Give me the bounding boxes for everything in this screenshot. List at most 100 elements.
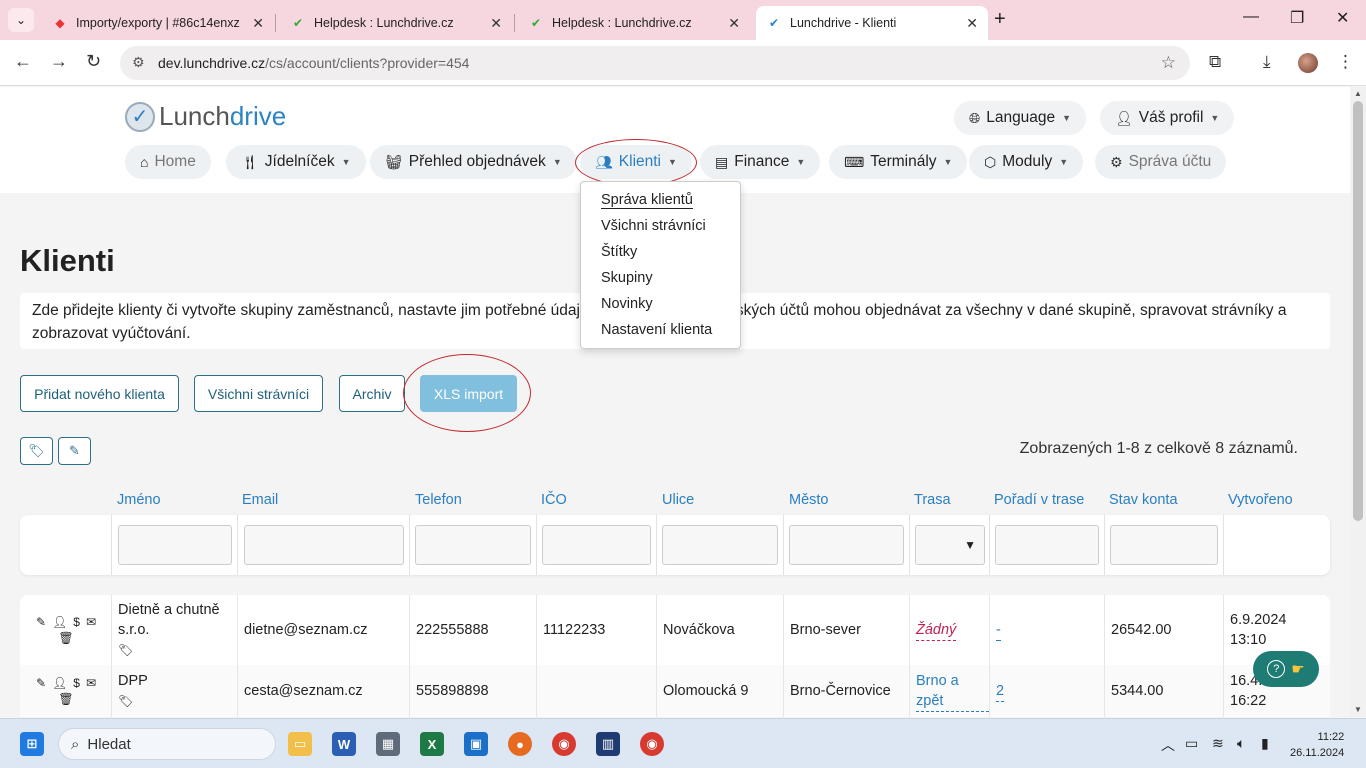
close-tab-icon[interactable]: ✕: [252, 15, 264, 32]
more-menu-icon[interactable]: ⋮: [1337, 52, 1354, 72]
bookmark-star-icon[interactable]: ☆: [1161, 53, 1176, 73]
menu-item-news[interactable]: Novinky: [581, 294, 740, 320]
all-diners-button[interactable]: Všichni strávníci: [194, 375, 323, 412]
tag-icon[interactable]: 🏷︎: [118, 691, 133, 711]
filter-city-input[interactable]: [789, 525, 904, 565]
dollar-icon[interactable]: $: [73, 615, 80, 629]
browser-tab-2[interactable]: ✔ Helpdesk : Lunchdrive.cz ✕: [280, 6, 512, 40]
archive-button[interactable]: Archiv: [339, 375, 405, 412]
word-icon[interactable]: W: [332, 732, 356, 756]
xls-import-button[interactable]: XLS import: [420, 375, 517, 412]
trash-icon[interactable]: 🗑︎: [58, 631, 73, 645]
browser-tab-4-active[interactable]: ✔ Lunchdrive - Klienti ✕: [756, 6, 988, 40]
calculator-icon[interactable]: ▦: [376, 732, 400, 756]
menu-item-client-settings[interactable]: Nastavení klienta: [581, 320, 740, 346]
col-header-phone[interactable]: Telefon: [415, 492, 462, 508]
forward-icon[interactable]: →: [50, 51, 68, 72]
tag-icon[interactable]: 🏷︎: [118, 640, 133, 660]
menu-item-tags[interactable]: Štítky: [581, 242, 740, 268]
browser-tab-3[interactable]: ✔ Helpdesk : Lunchdrive.cz ✕: [518, 6, 750, 40]
filter-name-input[interactable]: [118, 525, 232, 565]
language-dropdown[interactable]: 🌐︎ Language ▼: [954, 101, 1087, 135]
order-link[interactable]: 2: [996, 681, 1005, 702]
pencil-icon[interactable]: ✎: [36, 615, 46, 629]
col-header-street[interactable]: Ulice: [662, 492, 694, 508]
address-bar[interactable]: ⚙ dev.lunchdrive.cz/cs/account/clients?p…: [120, 46, 1190, 80]
col-header-city[interactable]: Město: [789, 492, 829, 508]
col-header-balance[interactable]: Stav konta: [1109, 492, 1178, 508]
filter-email-input[interactable]: [244, 525, 404, 565]
filter-balance-input[interactable]: [1110, 525, 1218, 565]
tray-overflow-icon[interactable]: ︿: [1161, 735, 1175, 755]
back-icon[interactable]: ←: [14, 51, 32, 72]
minimize-icon[interactable]: —: [1243, 8, 1259, 26]
close-tab-icon[interactable]: ✕: [728, 15, 740, 32]
nav-modules[interactable]: ⬡ Moduly ▼: [969, 145, 1084, 179]
extensions-icon[interactable]: ⧉: [1209, 52, 1221, 72]
col-header-route[interactable]: Trasa: [914, 492, 951, 508]
excel-icon[interactable]: X: [420, 732, 444, 756]
download-icon[interactable]: ⤓: [1263, 52, 1271, 72]
envelope-icon[interactable]: ✉: [86, 615, 96, 629]
pencil-icon[interactable]: ✎: [36, 676, 46, 690]
store-icon[interactable]: ▣: [464, 732, 488, 756]
nav-menu[interactable]: 🍴︎ Jídelníček ▼: [226, 145, 366, 179]
page-scrollbar[interactable]: ▲ ▼: [1350, 87, 1366, 717]
reload-icon[interactable]: ↻: [86, 51, 101, 72]
file-explorer-icon[interactable]: ▭: [288, 732, 312, 756]
filter-ico-input[interactable]: [542, 525, 651, 565]
scrollbar-thumb[interactable]: [1353, 101, 1363, 521]
windows-start-icon[interactable]: ⊞: [20, 732, 44, 756]
firefox-icon[interactable]: ●: [508, 732, 532, 756]
filter-order-input[interactable]: [995, 525, 1099, 565]
help-chat-button[interactable]: ? ☛: [1253, 651, 1319, 687]
col-header-ico[interactable]: IČO: [541, 492, 567, 508]
trash-icon[interactable]: 🗑︎: [58, 692, 73, 706]
nav-orders[interactable]: 🧺︎ Přehled objednávek ▼: [370, 145, 577, 179]
profile-dropdown[interactable]: 👤︎ Váš profil ▼: [1100, 101, 1235, 135]
taskbar-clock[interactable]: 11:22 26.11.2024: [1290, 729, 1344, 761]
lunchdrive-logo[interactable]: ✓ Lunch drive: [125, 101, 286, 132]
filter-phone-input[interactable]: [415, 525, 531, 565]
new-tab-icon[interactable]: +: [994, 8, 1006, 31]
browser-profile-avatar[interactable]: [1298, 53, 1318, 73]
chrome-icon[interactable]: ◉: [552, 732, 576, 756]
filter-route-select[interactable]: ▼: [915, 525, 985, 565]
volume-icon[interactable]: 🔈︎: [1237, 735, 1245, 752]
scroll-up-icon[interactable]: ▲: [1354, 89, 1362, 98]
user-icon[interactable]: 👤︎: [52, 615, 67, 629]
menu-item-all-diners[interactable]: Všichni strávníci: [581, 216, 740, 242]
menu-item-client-management[interactable]: Správa klientů: [581, 190, 740, 216]
col-header-email[interactable]: Email: [242, 492, 278, 508]
col-header-route-order[interactable]: Pořadí v trase: [994, 492, 1084, 508]
filter-street-input[interactable]: [662, 525, 778, 565]
route-link[interactable]: Žádný: [916, 620, 957, 641]
close-window-icon[interactable]: ✕: [1336, 8, 1349, 28]
restore-icon[interactable]: ❐: [1290, 8, 1304, 28]
scroll-down-icon[interactable]: ▼: [1354, 705, 1362, 714]
order-link[interactable]: -: [996, 620, 1001, 641]
add-client-button[interactable]: Přidat nového klienta: [20, 375, 179, 412]
nav-home[interactable]: ⌂ Home: [125, 145, 211, 179]
nav-finance[interactable]: ▤ Finance ▼: [700, 145, 821, 179]
nav-account[interactable]: ⚙ Správa účtu: [1095, 145, 1227, 179]
dollar-icon[interactable]: $: [73, 676, 80, 690]
tab-search-icon[interactable]: ⌄: [8, 8, 34, 32]
battery-icon[interactable]: ▮: [1261, 735, 1269, 752]
route-link[interactable]: Brno a zpět: [916, 671, 989, 712]
analytics-app-icon[interactable]: ▥: [596, 732, 620, 756]
taskbar-search[interactable]: ⌕ Hledat: [58, 728, 276, 760]
edit-button[interactable]: ✎: [58, 437, 91, 465]
site-info-icon[interactable]: ⚙: [132, 54, 145, 71]
nav-terminals[interactable]: ⌨ Terminály ▼: [829, 145, 968, 179]
menu-item-groups[interactable]: Skupiny: [581, 268, 740, 294]
browser-tab-1[interactable]: ◆ Importy/exporty | #86c14enxz ✕: [42, 6, 274, 40]
col-header-created[interactable]: Vytvořeno: [1228, 492, 1293, 508]
col-header-name[interactable]: Jméno: [117, 492, 161, 508]
chrome-profile-icon[interactable]: ◉: [640, 732, 664, 756]
envelope-icon[interactable]: ✉: [86, 676, 96, 690]
user-icon[interactable]: 👤︎: [52, 676, 67, 690]
device-icon[interactable]: ▭: [1185, 735, 1198, 752]
close-tab-icon[interactable]: ✕: [490, 15, 502, 32]
nav-clients[interactable]: 👥︎ Klienti ▼: [580, 145, 692, 179]
